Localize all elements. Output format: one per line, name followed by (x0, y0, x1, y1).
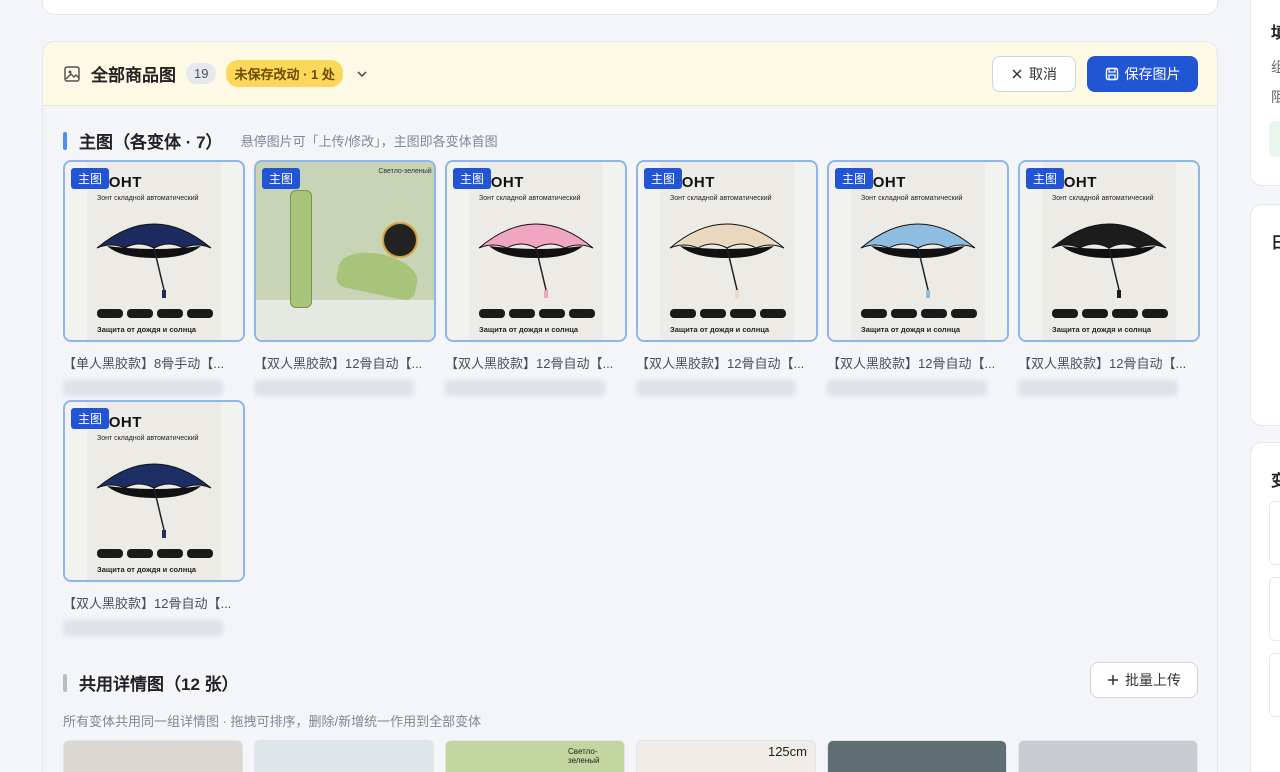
detail-images-section-header: 共用详情图（12 张） (63, 670, 257, 695)
poster-specs (97, 549, 213, 558)
cancel-button[interactable]: 取消 (992, 56, 1076, 92)
main-image-tag: 主图 (453, 168, 492, 189)
save-icon (1105, 67, 1118, 81)
blurred-text (636, 380, 796, 396)
right-card-1-line2: 阻 (1271, 89, 1280, 105)
section-accent-bar (63, 673, 67, 692)
save-label: 保存图片 (1124, 66, 1181, 82)
detail-image-thumbnail[interactable] (63, 740, 243, 772)
umbrella-image (669, 223, 785, 298)
main-image-tile[interactable]: 主图 Светло-зеленый 【双人黑胶款】12骨自动【... (254, 160, 436, 396)
main-image-tile[interactable]: 主图 ЗОНТ Зонт складной автоматический Защита… (1018, 160, 1200, 396)
main-image-tag: 主图 (71, 408, 110, 429)
panel-header: 全部商品图 19 未保存改动 · 1 处 取消 保存图片 (43, 42, 1217, 106)
main-image-tag: 主图 (262, 168, 301, 189)
variant-option[interactable] (1269, 653, 1280, 717)
right-card-1: 填 组 阻 (1250, 0, 1280, 186)
main-image-tag: 主图 (1026, 168, 1065, 189)
right-card-1-title: 填 (1271, 25, 1280, 42)
detail-image-text: 125cm (767, 744, 807, 759)
plus-icon (1108, 675, 1118, 685)
main-image-caption: 【双人黑胶款】12骨自动【... (445, 356, 614, 371)
umbrella-image (478, 223, 594, 298)
umbrella-image (96, 223, 212, 298)
detail-image-thumbnail[interactable] (1018, 740, 1198, 772)
umbrella-image (96, 463, 212, 538)
image-gallery-icon (64, 65, 80, 82)
blurred-text (445, 380, 605, 396)
main-images-section-header: 主图（各变体 · 7） 悬停图片可「上传/修改」，主图即各变体首图 (63, 128, 498, 153)
detail-image-text: Светло-зеленый (568, 747, 600, 765)
main-image-tile[interactable]: 主图 ЗОНТ Зонт складной автоматический Защита… (827, 160, 1009, 396)
main-image-caption: 【单人黑胶款】8骨手动【... (63, 356, 225, 371)
unsaved-changes-badge: 未保存改动 · 1 处 (226, 60, 343, 87)
section-accent-bar (63, 131, 67, 150)
main-image-thumbnail[interactable]: 主图 ЗОНТ Зонт складной автоматический Защита… (636, 160, 818, 342)
detail-images-title: 共用详情图（12 张） (79, 675, 239, 694)
all-product-images-panel: 全部商品图 19 未保存改动 · 1 处 取消 保存图片 主图（各变体 · 7）… (42, 41, 1218, 772)
poster-specs (97, 309, 213, 318)
umbrella-image (860, 223, 976, 298)
main-image-tag: 主图 (71, 168, 110, 189)
poster-footer: Защита от дождя и солнца (1052, 325, 1152, 334)
poster-footer: Защита от дождя и солнца (861, 325, 961, 334)
batch-upload-label: 批量上传 (1125, 672, 1181, 688)
main-image-tile[interactable]: 主图 ЗОНТ Зонт складной автоматический Защита… (63, 400, 245, 636)
poster-color-label: Светло-зеленый (378, 168, 432, 175)
poster-specs (1052, 309, 1168, 318)
main-image-thumbnail[interactable]: 主图 ЗОНТ Зонт складной автоматический Защита… (445, 160, 627, 342)
blurred-text (827, 380, 987, 396)
main-image-tag: 主图 (644, 168, 683, 189)
cancel-label: 取消 (1029, 66, 1057, 82)
right-card-1-line1: 组 (1271, 59, 1280, 75)
save-images-button[interactable]: 保存图片 (1087, 56, 1198, 92)
variant-option[interactable] (1269, 577, 1280, 641)
poster-footer: Защита от дождя и солнца (97, 565, 197, 574)
blurred-text (254, 380, 414, 396)
main-images-title: 主图（各变体 · 7） (79, 133, 223, 152)
umbrella-image (1051, 223, 1167, 298)
main-image-caption: 【双人黑胶款】12骨自动【... (827, 356, 996, 371)
main-images-hint: 悬停图片可「上传/修改」，主图即各变体首图 (240, 134, 498, 149)
detail-image-thumbnail[interactable] (254, 740, 434, 772)
main-image-thumbnail[interactable]: 主图 Светло-зеленый (254, 160, 436, 342)
close-icon (1012, 69, 1022, 79)
main-image-caption: 【双人黑胶款】12骨自动【... (63, 596, 232, 611)
blurred-text (1018, 380, 1178, 396)
main-image-tile[interactable]: 主图 ЗОНТ Зонт складной автоматический Защита… (445, 160, 627, 396)
blurred-text (63, 380, 223, 396)
main-image-thumbnail[interactable]: 主图 ЗОНТ Зонт складной автоматический Защита… (827, 160, 1009, 342)
poster-footer: Защита от дождя и солнца (479, 325, 579, 334)
batch-upload-button[interactable]: 批量上传 (1090, 662, 1198, 698)
blurred-text (63, 620, 223, 636)
detail-images-hint: 所有变体共用同一组详情图 · 拖拽可排序，删除/新增统一作用到全部变体 (63, 714, 482, 729)
main-image-caption: 【双人黑胶款】12骨自动【... (636, 356, 805, 371)
poster-specs (670, 309, 786, 318)
right-card-2-title: 日 (1271, 235, 1280, 252)
right-card-1-badge (1269, 121, 1280, 157)
detail-image-thumbnail[interactable]: 125cm (636, 740, 816, 772)
chevron-down-icon[interactable] (355, 67, 369, 81)
image-count-badge: 19 (186, 63, 217, 84)
variant-option[interactable] (1269, 501, 1280, 565)
detail-image-thumbnail[interactable] (827, 740, 1007, 772)
panel-title: 全部商品图 (91, 66, 176, 85)
main-image-thumbnail[interactable]: 主图 ЗОНТ Зонт складной автоматический Защита… (63, 160, 245, 342)
main-image-tile[interactable]: 主图 ЗОНТ Зонт складной автоматический Защита… (636, 160, 818, 396)
main-image-tile[interactable]: 主图 ЗОНТ Зонт складной автоматический Защита… (63, 160, 245, 396)
right-card-3-title: 变 (1271, 473, 1280, 490)
poster-footer: Защита от дождя и солнца (97, 325, 197, 334)
poster-specs (479, 309, 595, 318)
right-card-3: 变 (1250, 442, 1280, 772)
main-image-caption: 【双人黑胶款】12骨自动【... (1018, 356, 1187, 371)
previous-card (42, 0, 1218, 15)
detail-image-thumbnail[interactable]: Светло-зеленый (445, 740, 625, 772)
right-card-2: 日 (1250, 204, 1280, 426)
poster-specs (861, 309, 977, 318)
main-image-thumbnail[interactable]: 主图 ЗОНТ Зонт складной автоматический Защита… (1018, 160, 1200, 342)
main-image-tag: 主图 (835, 168, 874, 189)
poster-footer: Защита от дождя и солнца (670, 325, 770, 334)
main-image-thumbnail[interactable]: 主图 ЗОНТ Зонт складной автоматический Защита… (63, 400, 245, 582)
main-image-caption: 【双人黑胶款】12骨自动【... (254, 356, 423, 371)
